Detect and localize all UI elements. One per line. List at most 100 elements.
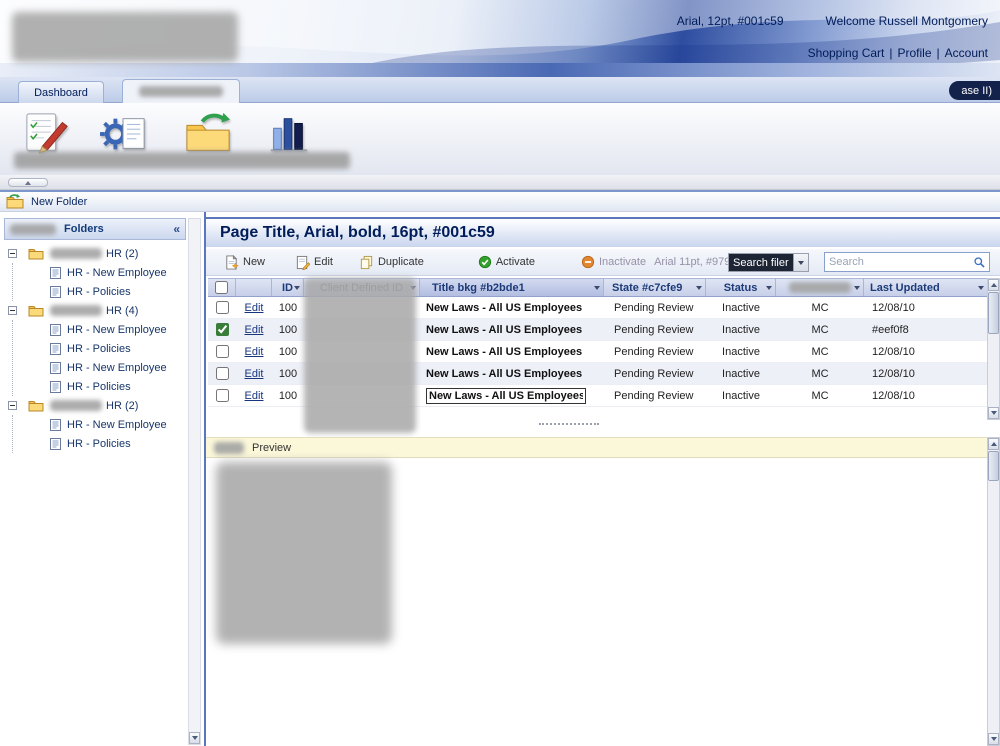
tree-item[interactable]: HR - Policies (13, 434, 186, 453)
account-link[interactable]: Account (945, 46, 988, 60)
column-header-client-defined-id[interactable]: Client Defined ID (304, 279, 420, 296)
splitter-handle[interactable] (539, 423, 599, 429)
table-row[interactable]: Edit 100 New Laws - All US Employees Pen… (208, 319, 987, 341)
activate-button-label: Activate (496, 256, 535, 268)
row-checkbox[interactable] (216, 367, 229, 380)
tree-item[interactable]: HR - Policies (13, 339, 186, 358)
shopping-cart-link[interactable]: Shopping Cart (808, 46, 885, 60)
publish-folder-icon[interactable] (182, 111, 234, 157)
activate-button[interactable]: Activate (478, 255, 535, 269)
column-header-id[interactable]: ID (272, 279, 304, 296)
row-owner: MC (776, 385, 864, 406)
folder-group[interactable]: HR (4) (0, 301, 186, 320)
folder-icon (28, 399, 44, 412)
sidebar-scrollbar[interactable] (188, 218, 201, 745)
column-header-redacted[interactable] (776, 279, 864, 296)
scroll-down-button[interactable] (988, 733, 999, 745)
new-folder-bar[interactable]: New Folder (0, 190, 1000, 212)
table-row[interactable]: Edit 100 New Laws - All US Employees Pen… (208, 341, 987, 363)
sort-icon[interactable] (410, 286, 416, 290)
tree-item[interactable]: HR - Policies (13, 377, 186, 396)
sort-icon[interactable] (854, 286, 860, 290)
tree-item[interactable]: HR - New Employee (13, 415, 186, 434)
row-edit-link[interactable]: Edit (245, 346, 264, 358)
tab-active-redacted[interactable] (122, 79, 240, 103)
tree-item[interactable]: HR - New Employee (13, 358, 186, 377)
chevron-down-icon[interactable] (793, 254, 808, 271)
preview-scrollbar[interactable] (987, 437, 1000, 746)
column-header-select[interactable] (208, 279, 236, 296)
profile-link[interactable]: Profile (898, 46, 932, 60)
row-state: Pending Review (604, 385, 706, 406)
table-row[interactable]: Edit 100 New Laws - All US Employees Pen… (208, 363, 987, 385)
folder-group[interactable]: HR (2) (0, 396, 186, 415)
sort-icon[interactable] (766, 286, 772, 290)
column-header-last-updated[interactable]: Last Updated (864, 279, 987, 296)
row-client-id-redacted (304, 319, 420, 340)
column-header-label: Status (724, 282, 758, 294)
column-header-title[interactable]: Title bkg #b2bde1 (420, 279, 604, 296)
redacted-folder-name (50, 248, 102, 259)
row-checkbox[interactable] (216, 301, 229, 314)
row-edit-link[interactable]: Edit (245, 368, 264, 380)
company-logo (12, 12, 238, 62)
sort-icon[interactable] (294, 286, 300, 290)
inactivate-button[interactable]: Inactivate (581, 255, 646, 269)
search-filter-dropdown[interactable]: Search filer (728, 253, 809, 272)
scroll-down-button[interactable] (189, 732, 200, 744)
row-status: Inactive (706, 363, 776, 384)
sort-icon[interactable] (978, 286, 984, 290)
folder-icon (28, 304, 44, 317)
row-edit-link[interactable]: Edit (245, 390, 264, 402)
ribbon-collapse-handle[interactable] (8, 178, 48, 187)
row-checkbox[interactable] (216, 323, 229, 336)
duplicate-button[interactable]: Duplicate (359, 255, 424, 270)
scroll-thumb[interactable] (988, 451, 999, 481)
collapse-node-icon[interactable] (8, 249, 17, 258)
column-header-state[interactable]: State #c7cfe9 (604, 279, 706, 296)
tree-item[interactable]: HR - New Employee (13, 320, 186, 339)
collapse-panel-button[interactable]: « (173, 222, 180, 236)
select-all-checkbox[interactable] (215, 281, 228, 294)
bar-chart-icon[interactable] (262, 111, 314, 157)
edit-button[interactable]: Edit (295, 255, 333, 270)
preview-pane-header: Preview (206, 437, 987, 458)
gear-settings-list-icon[interactable] (98, 111, 150, 157)
scroll-down-button[interactable] (988, 407, 999, 419)
table-scrollbar[interactable] (987, 278, 1000, 420)
search-input[interactable] (825, 256, 973, 268)
scroll-up-button[interactable] (988, 438, 999, 450)
collapse-node-icon[interactable] (8, 306, 17, 315)
row-checkbox[interactable] (216, 345, 229, 358)
column-header-status[interactable]: Status (706, 279, 776, 296)
row-id: 100 (272, 319, 304, 340)
new-button[interactable]: New (224, 255, 265, 270)
page-title: Page Title, Arial, bold, 16pt, #001c59 (220, 224, 495, 242)
table-row[interactable]: Edit 100 New Laws - All US Employees Pen… (208, 297, 987, 319)
tree-item[interactable]: HR - New Employee (13, 263, 186, 282)
folder-tree: HR (2) HR - New Employee (0, 244, 186, 453)
tab-dashboard[interactable]: Dashboard (18, 81, 104, 103)
row-state: Pending Review (604, 297, 706, 318)
table-row[interactable]: Edit 100 Pending Review Inactive MC 12/0… (208, 385, 987, 407)
tree-item-label: HR - Policies (67, 343, 131, 355)
sort-icon[interactable] (594, 286, 600, 290)
tree-item[interactable]: HR - Policies (13, 282, 186, 301)
row-title-edit-input[interactable] (426, 388, 586, 404)
document-icon (49, 285, 62, 299)
sort-icon[interactable] (696, 286, 702, 290)
redacted-icon-labels (14, 152, 350, 169)
row-client-id-redacted (304, 297, 420, 318)
compose-document-icon[interactable] (22, 111, 74, 157)
utility-nav: Shopping Cart | Profile | Account (808, 46, 988, 60)
row-edit-link[interactable]: Edit (245, 324, 264, 336)
scroll-up-button[interactable] (988, 279, 999, 291)
row-edit-link[interactable]: Edit (245, 302, 264, 314)
document-icon (49, 437, 62, 451)
scroll-thumb[interactable] (988, 292, 999, 334)
row-checkbox[interactable] (216, 389, 229, 402)
search-icon[interactable] (973, 256, 986, 269)
collapse-node-icon[interactable] (8, 401, 17, 410)
tree-item-label: HR - New Employee (67, 324, 167, 336)
folder-group[interactable]: HR (2) (0, 244, 186, 263)
